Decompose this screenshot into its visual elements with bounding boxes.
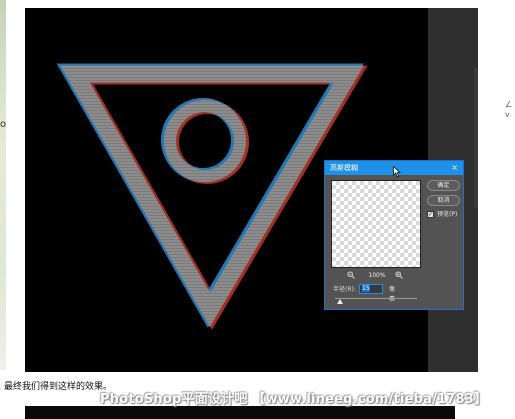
zoom-level: 100%: [368, 272, 386, 279]
browser-left-edge: [0, 0, 6, 370]
right-edge-fragment: ∠ v: [505, 100, 513, 119]
zoom-controls: 100%: [331, 271, 419, 281]
radius-label: 半径(R):: [333, 286, 356, 293]
panel-scrollbar[interactable]: [474, 68, 478, 208]
zoom-out-icon[interactable]: [347, 271, 355, 282]
radius-slider-thumb[interactable]: [337, 299, 343, 304]
radius-unit: 像素: [389, 286, 396, 303]
circle-shape: [164, 100, 246, 182]
zoom-in-icon[interactable]: [395, 271, 403, 282]
preview-checkbox[interactable]: ✓: [427, 211, 434, 218]
left-edge-marker: o: [0, 119, 7, 130]
mouse-cursor-icon: [393, 166, 401, 178]
site-watermark: PhotoShop平面设计吧 【www.lineeg.com/tieba/178…: [100, 392, 488, 407]
gaussian-blur-dialog: 高斯模糊 × 确定 取消 ✓ 预览(P) 100% 半径(R): 15 像素: [324, 160, 464, 310]
article-caption: 最终我们得到这样的效果。: [4, 382, 113, 392]
blur-preview-pane[interactable]: [331, 180, 421, 268]
radius-value: 15: [362, 285, 370, 292]
preview-checkbox-label: 预览(P): [437, 211, 458, 218]
ok-button[interactable]: 确定: [427, 180, 460, 191]
dialog-title: 高斯模糊: [330, 164, 358, 172]
cancel-button[interactable]: 取消: [427, 195, 460, 206]
radius-slider-track[interactable]: [335, 298, 417, 299]
close-icon[interactable]: ×: [451, 162, 458, 174]
radius-input[interactable]: 15: [359, 284, 383, 294]
